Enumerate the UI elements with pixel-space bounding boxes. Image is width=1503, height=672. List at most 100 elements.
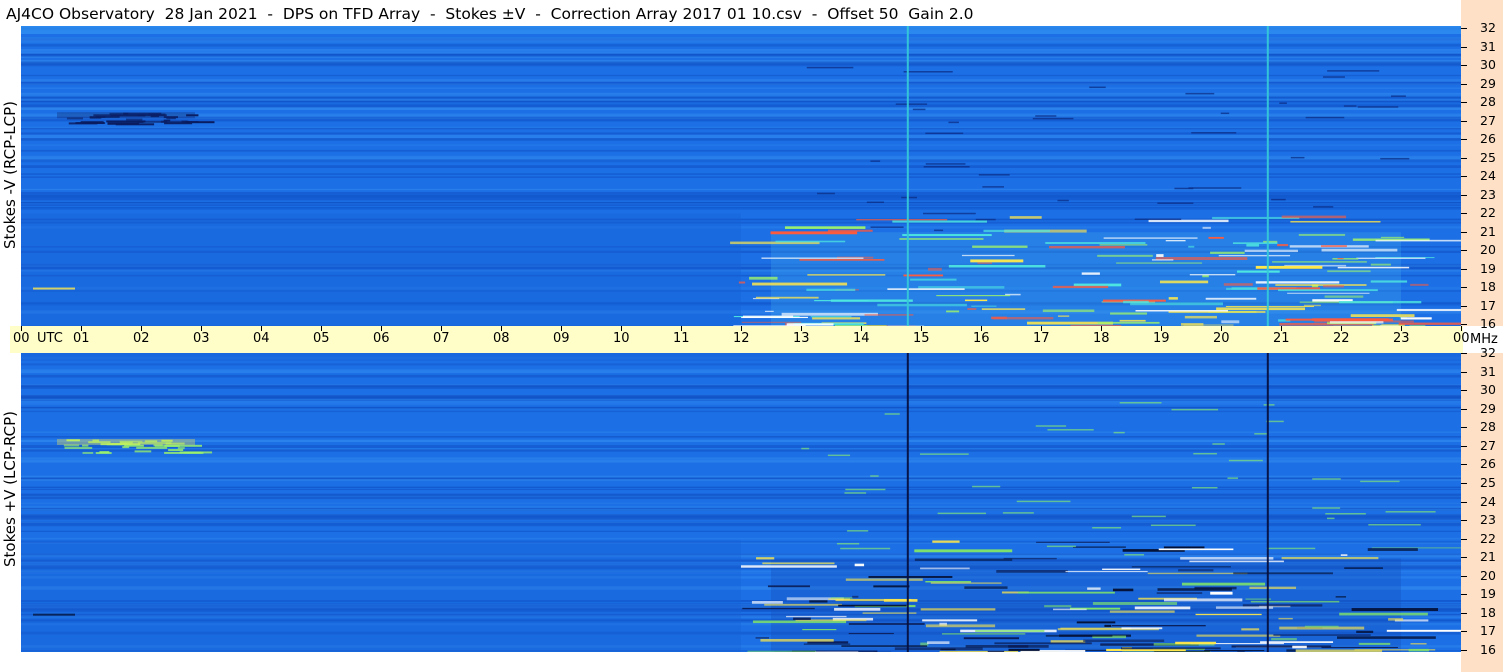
frequency-tick-mark	[1461, 631, 1467, 633]
burst-streak	[179, 451, 213, 454]
emission-streak	[741, 321, 802, 323]
frequency-tick-mark	[1461, 575, 1467, 577]
spectrogram-top-canvas	[21, 26, 1461, 326]
emission-streak	[870, 226, 904, 228]
emission-streak	[1097, 321, 1160, 324]
frequency-tick-mark	[1461, 83, 1467, 85]
emission-streak	[870, 475, 879, 477]
emission-streak	[1016, 500, 1071, 503]
emission-streak	[1193, 452, 1217, 455]
emission-streak	[1281, 556, 1379, 560]
emission-streak	[1092, 602, 1178, 605]
frequency-tick-label: 32	[1480, 20, 1496, 35]
emission-streak	[1358, 642, 1391, 645]
emission-streak	[1119, 319, 1146, 322]
emission-streak	[1380, 157, 1410, 160]
frequency-tick-label: 25	[1480, 149, 1496, 165]
noise-band	[21, 493, 1461, 497]
emission-streak	[1102, 568, 1141, 570]
emission-streak	[1350, 314, 1415, 317]
emission-streak	[761, 257, 864, 259]
emission-streak	[740, 565, 837, 568]
emission-streak	[760, 638, 834, 642]
emission-streak	[873, 585, 910, 588]
emission-streak	[1281, 215, 1347, 219]
frequency-tick-mark	[1461, 194, 1467, 196]
emission-streak	[1174, 187, 1194, 190]
noise-band	[21, 515, 1461, 519]
emission-streak	[1188, 187, 1242, 189]
emission-streak	[1104, 624, 1112, 627]
emission-streak	[803, 643, 851, 645]
noise-band	[21, 115, 1461, 118]
emission-streak	[1221, 320, 1240, 324]
emission-streak	[1134, 218, 1182, 221]
emission-streak	[1273, 634, 1371, 636]
emission-streak	[1327, 70, 1380, 72]
frequency-tick-mark	[1461, 390, 1467, 392]
frequency-tick-label: 30	[1480, 382, 1496, 398]
emission-streak	[1036, 541, 1110, 543]
emission-streak	[1272, 261, 1367, 263]
emission-streak	[781, 312, 878, 316]
emission-streak	[992, 317, 1054, 320]
time-tick-label: 04	[253, 331, 270, 346]
emission-streak	[987, 650, 1005, 652]
emission-streak	[914, 558, 1013, 561]
emission-streak	[1168, 297, 1178, 300]
emission-streak	[1263, 404, 1275, 406]
emission-streak	[1287, 292, 1370, 294]
noise-band	[21, 56, 1461, 59]
emission-streak	[836, 542, 860, 545]
emission-streak	[1303, 304, 1321, 307]
emission-streak	[1175, 641, 1217, 645]
frequency-tick-mark	[1461, 408, 1467, 410]
emission-streak	[1344, 567, 1383, 569]
emission-streak	[912, 108, 926, 111]
shade-region	[21, 539, 741, 652]
emission-streak	[1356, 257, 1426, 259]
emission-streak	[934, 229, 944, 232]
emission-streak	[845, 488, 886, 491]
frequency-axis-top: 16 17 18 19 20 21 22 23 24 25 26 27 28 29 30 31 32	[1461, 0, 1503, 331]
noise-band	[21, 374, 1461, 378]
emission-streak	[1147, 572, 1248, 575]
emission-streak	[983, 229, 1050, 233]
frequency-tick-mark	[1461, 501, 1467, 503]
noise-band	[21, 94, 1461, 97]
emission-streak	[770, 231, 858, 235]
emission-streak	[927, 641, 950, 645]
emission-streak	[838, 604, 907, 607]
noise-band	[21, 49, 1461, 52]
emission-streak	[1227, 477, 1239, 479]
burst-streak	[64, 446, 93, 449]
emission-streak	[1329, 321, 1384, 324]
emission-streak	[883, 599, 918, 602]
noise-band	[21, 395, 1461, 399]
emission-streak	[910, 278, 957, 281]
emission-streak	[807, 274, 886, 276]
emission-streak	[1116, 262, 1203, 264]
emission-streak	[1325, 513, 1366, 515]
frequency-tick-label: 18	[1480, 279, 1496, 294]
emission-streak	[1375, 239, 1461, 242]
emission-streak	[1045, 242, 1146, 244]
emission-streak	[1343, 105, 1357, 107]
emission-streak	[1295, 649, 1383, 652]
noise-band	[21, 201, 1461, 204]
frequency-tick-mark	[1461, 231, 1467, 233]
emission-streak	[920, 567, 970, 570]
emission-streak	[996, 570, 1068, 573]
time-tick-label: 00	[13, 331, 30, 346]
noise-band	[21, 537, 1461, 540]
emission-streak	[1178, 569, 1214, 572]
time-axis: 00 01 02 03 04 05 06 07 08 09 10 11 12 13 14 15 16 17 18 19…	[10, 326, 1470, 353]
frequency-tick-mark	[1461, 538, 1467, 540]
emission-streak	[1156, 592, 1203, 595]
noise-band	[21, 74, 1461, 77]
time-tick-label: 15	[913, 331, 930, 346]
noise-band	[21, 59, 1461, 62]
emission-streak	[747, 650, 816, 652]
emission-streak	[1060, 627, 1132, 630]
emission-streak	[967, 308, 977, 310]
